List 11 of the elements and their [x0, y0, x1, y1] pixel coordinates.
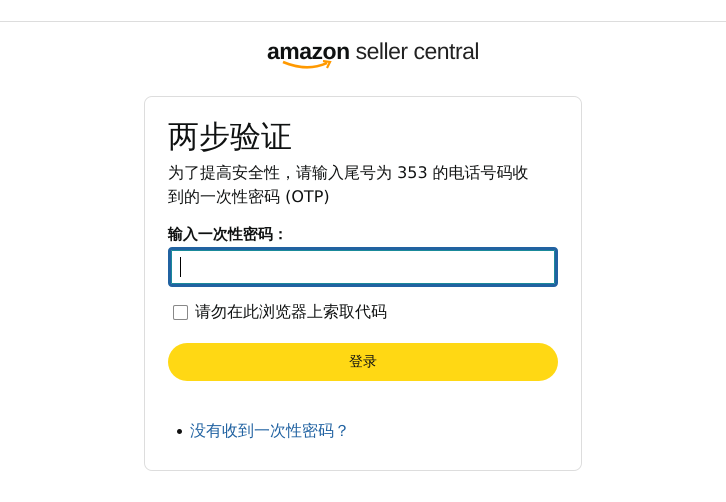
smile-arrow-icon	[280, 60, 333, 70]
checkbox[interactable]	[173, 304, 188, 320]
description-text: 为了提高安全性，请输入尾号为 353 的电话号码收到的一次性密码 (OTP)	[168, 162, 530, 208]
field-label: 输入一次性密码：	[168, 224, 289, 245]
checkbox-label: 请勿在此浏览器上索取代码	[195, 301, 387, 323]
bullet-icon	[177, 429, 182, 434]
otp-input-field[interactable]	[168, 247, 558, 287]
sign-in-button[interactable]: 登录	[168, 343, 558, 381]
page-title: 两步验证	[168, 118, 293, 157]
logo: amazon seller central	[266, 38, 480, 68]
help-link[interactable]: 没有收到一次性密码？	[190, 421, 350, 442]
